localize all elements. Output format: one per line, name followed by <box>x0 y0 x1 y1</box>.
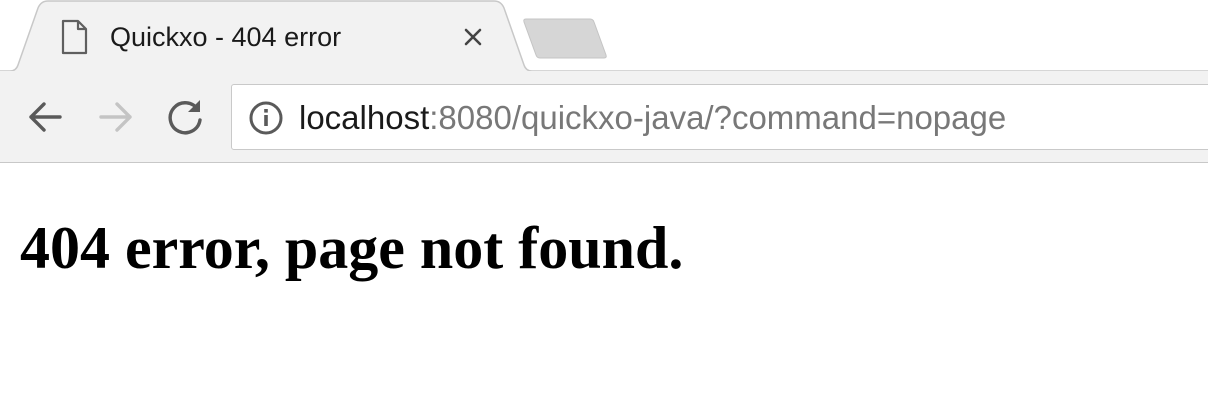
url-path: :8080/quickxo-java/?command=nopage <box>429 99 1007 136</box>
forward-button[interactable] <box>93 94 139 140</box>
tab-title: Quickxo - 404 error <box>110 22 342 52</box>
url-text[interactable]: localhost:8080/quickxo-java/?command=nop… <box>299 98 1006 138</box>
url-host: localhost <box>299 99 430 136</box>
page-heading: 404 error, page not found. <box>20 215 684 281</box>
reload-button[interactable] <box>162 94 208 140</box>
close-icon[interactable] <box>458 22 488 52</box>
back-button[interactable] <box>22 94 68 140</box>
browser-toolbar: localhost:8080/quickxo-java/?command=nop… <box>0 72 1208 163</box>
arrow-right-icon <box>99 102 132 132</box>
reload-icon <box>168 100 202 135</box>
document-icon <box>61 19 88 55</box>
info-icon[interactable] <box>248 100 284 136</box>
arrow-left-icon <box>29 102 62 132</box>
address-bar[interactable]: localhost:8080/quickxo-java/?command=nop… <box>231 84 1208 150</box>
new-tab-button[interactable] <box>522 17 608 59</box>
tab-strip: Quickxo - 404 error <box>0 0 1208 73</box>
